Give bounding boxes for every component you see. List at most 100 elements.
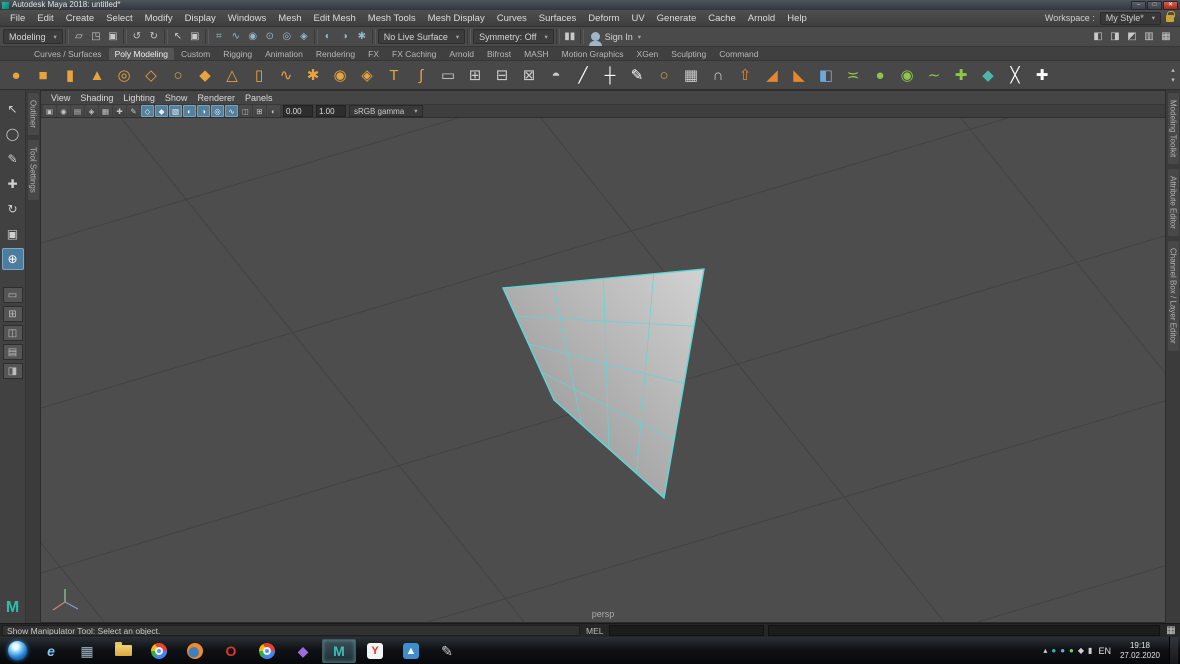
bridge-icon[interactable]: ∩ xyxy=(706,63,730,87)
wireframe-mode-icon[interactable]: ◇ xyxy=(141,105,154,117)
panel-tab-channel-box-layer-editor[interactable]: Channel Box / Layer Editor xyxy=(1168,241,1179,351)
separate-icon[interactable]: ⊟ xyxy=(490,63,514,87)
shelf-tab-sculpting[interactable]: Sculpting xyxy=(665,48,712,60)
render-current-frame-icon[interactable]: ◐ xyxy=(320,29,336,45)
move-tool[interactable]: ✚ xyxy=(2,173,24,195)
poly-pyramid-icon[interactable]: △ xyxy=(220,63,244,87)
panel-menu-lighting[interactable]: Lighting xyxy=(118,93,160,103)
open-scene-icon[interactable]: ◳ xyxy=(88,29,104,45)
taskbar-item-firefox[interactable] xyxy=(178,639,212,663)
ambient-occlusion-icon[interactable]: ◎ xyxy=(211,105,224,117)
panel-menu-view[interactable]: View xyxy=(46,93,75,103)
textured-mode-icon[interactable]: ▧ xyxy=(169,105,182,117)
snap-to-view-plane-icon[interactable]: ◎ xyxy=(279,29,295,45)
show-desktop-button[interactable] xyxy=(1169,637,1178,664)
new-scene-icon[interactable]: ▱ xyxy=(71,29,87,45)
toggle-attribute-editor-icon[interactable]: ◨ xyxy=(1107,29,1123,45)
shelf-tab-arnold[interactable]: Arnold xyxy=(443,48,480,60)
layout-two-pane[interactable]: ◫ xyxy=(3,325,23,341)
menu-mesh-tools[interactable]: Mesh Tools xyxy=(362,13,422,24)
tray-volume-icon[interactable]: ◆ xyxy=(1078,647,1084,655)
camera-lock-icon[interactable]: ◉ xyxy=(57,105,70,117)
taskbar-item-chromium-browser[interactable] xyxy=(142,639,176,663)
make-live-icon[interactable]: ◈ xyxy=(296,29,312,45)
relax-tool-icon[interactable]: ∼ xyxy=(922,63,946,87)
taskbar-item-maya[interactable]: M xyxy=(322,639,356,663)
poly-sphere-icon[interactable]: ● xyxy=(4,63,28,87)
platonic-solid-icon[interactable]: ◆ xyxy=(193,63,217,87)
shelf-tab-xgen[interactable]: XGen xyxy=(631,48,665,60)
shelf-tab-animation[interactable]: Animation xyxy=(259,48,309,60)
panel-menu-show[interactable]: Show xyxy=(160,93,193,103)
chamfer-vertex-icon[interactable]: ◣ xyxy=(787,63,811,87)
toggle-tool-settings-icon[interactable]: ◩ xyxy=(1124,29,1140,45)
shelf-tab-command[interactable]: Command xyxy=(713,48,764,60)
menu-modify[interactable]: Modify xyxy=(139,13,179,24)
toggle-channel-box-icon[interactable]: ▥ xyxy=(1141,29,1157,45)
use-all-lights-icon[interactable]: ◐ xyxy=(183,105,196,117)
layout-single-pane[interactable]: ▭ xyxy=(3,287,23,303)
snap-to-curve-icon[interactable]: ∿ xyxy=(228,29,244,45)
viewport[interactable]: persp xyxy=(41,118,1165,622)
taskbar-item-internet-explorer[interactable]: e xyxy=(34,639,68,663)
poly-pipe-icon[interactable]: ▯ xyxy=(247,63,271,87)
shelf-tab-motion-graphics[interactable]: Motion Graphics xyxy=(556,48,630,60)
shelf-tab-mash[interactable]: MASH xyxy=(518,48,555,60)
select-by-object-icon[interactable]: ▣ xyxy=(187,29,203,45)
grab-tool-icon[interactable]: ✚ xyxy=(949,63,973,87)
shelf-tab-curves-surfaces[interactable]: Curves / Surfaces xyxy=(28,48,108,60)
menu-set-selector[interactable]: Modeling▾ xyxy=(3,29,63,44)
grease-pencil-icon[interactable]: ✎ xyxy=(127,105,140,117)
field-chart-icon[interactable]: ⊞ xyxy=(253,105,266,117)
panel-menu-shading[interactable]: Shading xyxy=(75,93,118,103)
menu-file[interactable]: File xyxy=(4,13,31,24)
show-manipulator-tool[interactable]: ⊕ xyxy=(2,248,24,270)
live-surface[interactable]: No Live Surface▾ xyxy=(378,29,465,44)
soccer-ball-icon[interactable]: ◉ xyxy=(328,63,352,87)
menu-select[interactable]: Select xyxy=(100,13,138,24)
titlebar[interactable]: Autodesk Maya 2018: untitled* –□✕ xyxy=(0,0,1180,10)
taskbar-item-start[interactable] xyxy=(2,639,32,663)
panel-tab-attribute-editor[interactable]: Attribute Editor xyxy=(1168,169,1179,236)
render-settings-icon[interactable]: ✱ xyxy=(354,29,370,45)
lock-icon[interactable] xyxy=(1166,15,1174,22)
grid-fill-icon[interactable]: ▦ xyxy=(679,63,703,87)
panel-tab-outliner[interactable]: Outliner xyxy=(28,93,39,135)
menu-arnold[interactable]: Arnold xyxy=(742,13,781,24)
taskbar-item-opera[interactable]: O xyxy=(214,639,248,663)
shelf-tab-rigging[interactable]: Rigging xyxy=(217,48,258,60)
average-vertices-icon[interactable]: ≍ xyxy=(841,63,865,87)
camera-attributes-icon[interactable]: ▤ xyxy=(71,105,84,117)
pick-matrix-icon[interactable]: ▣ xyxy=(43,105,56,117)
menu-deform[interactable]: Deform xyxy=(582,13,625,24)
shelf-scroll-up-icon[interactable]: ▴ xyxy=(1171,66,1175,74)
gamma-field[interactable] xyxy=(316,105,346,117)
command-line-language[interactable]: MEL xyxy=(584,626,605,636)
panel-tab-tool-settings[interactable]: Tool Settings xyxy=(28,140,39,200)
menu-mesh-display[interactable]: Mesh Display xyxy=(422,13,491,24)
image-plane-icon[interactable]: ▦ xyxy=(99,105,112,117)
snap-to-grid-icon[interactable]: ⌗ xyxy=(211,29,227,45)
bookmark-icon[interactable]: ◈ xyxy=(85,105,98,117)
scale-tool[interactable]: ▣ xyxy=(2,223,24,245)
shelf-tab-bifrost[interactable]: Bifrost xyxy=(481,48,517,60)
combine-icon[interactable]: ⊞ xyxy=(463,63,487,87)
menu-help[interactable]: Help xyxy=(781,13,813,24)
isolate-select-icon[interactable]: ◫ xyxy=(239,105,252,117)
multi-component-icon[interactable]: ✚ xyxy=(1030,63,1054,87)
shelf-tab-poly-modeling[interactable]: Poly Modeling xyxy=(109,48,174,60)
sign-in[interactable]: Sign In▾ xyxy=(586,29,646,44)
language-indicator[interactable]: EN xyxy=(1098,646,1111,656)
rotate-tool[interactable]: ↻ xyxy=(2,198,24,220)
view-transform-selector[interactable]: sRGB gamma ▾ xyxy=(349,105,423,117)
command-line-input[interactable] xyxy=(609,625,764,636)
symmetry[interactable]: Symmetry: Off▾ xyxy=(473,29,554,44)
hidden-icons-icon[interactable]: ▴ xyxy=(1043,647,1047,655)
tray-update-icon[interactable]: ● xyxy=(1060,647,1065,655)
exposure-toggle-icon[interactable]: ◐ xyxy=(267,105,280,117)
tray-network-icon[interactable]: ▮ xyxy=(1088,647,1092,655)
menu-create[interactable]: Create xyxy=(60,13,101,24)
sculpt-tool-icon[interactable]: ● xyxy=(868,63,892,87)
redo-icon[interactable]: ↻ xyxy=(146,29,162,45)
knife-tool-icon[interactable]: ╳ xyxy=(1003,63,1027,87)
